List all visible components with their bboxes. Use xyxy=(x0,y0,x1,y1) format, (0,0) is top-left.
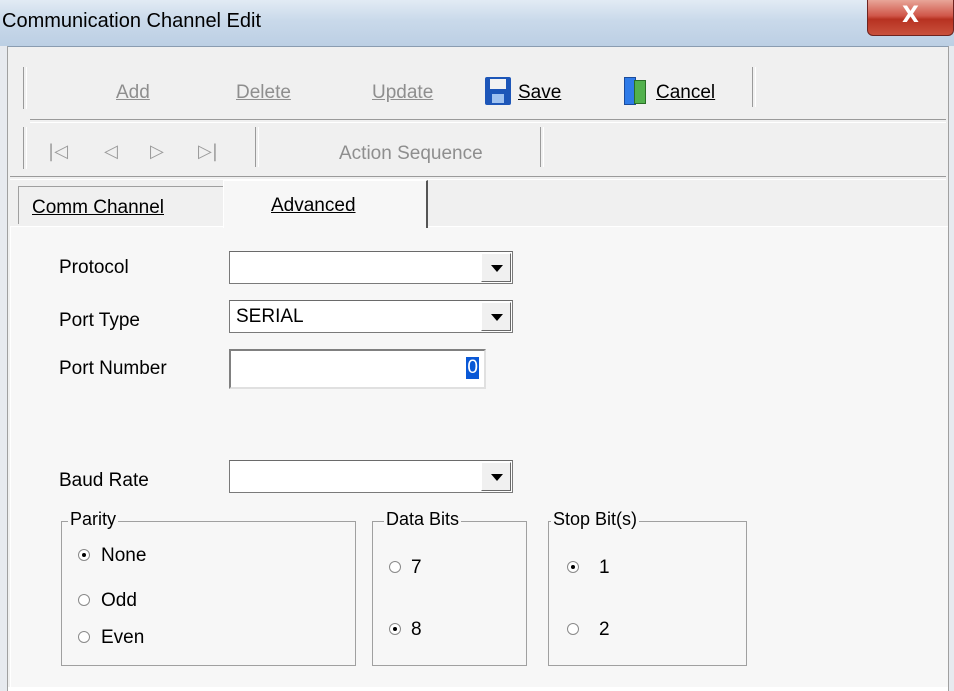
protocol-label: Protocol xyxy=(59,257,129,278)
toolbar-separator xyxy=(255,127,259,167)
toolbar-separator xyxy=(540,127,544,167)
floppy-disk-icon xyxy=(485,77,511,105)
update-label: Update xyxy=(372,82,434,103)
delete-button[interactable]: Delete xyxy=(236,82,291,104)
previous-icon: ◁ xyxy=(104,141,118,162)
next-icon: ▷ xyxy=(150,141,164,162)
parity-none-label: None xyxy=(101,545,147,566)
port-type-label: Port Type xyxy=(59,310,140,331)
baud-rate-select[interactable] xyxy=(229,460,513,493)
window-left-border xyxy=(0,46,8,691)
cancel-label: Cancel xyxy=(656,82,716,103)
tab-advanced-label: Advanced xyxy=(271,195,356,216)
last-record-button[interactable]: ▷| xyxy=(198,141,218,162)
toolbar-grip xyxy=(23,127,27,169)
close-icon: X xyxy=(902,3,919,28)
delete-label: Delete xyxy=(236,82,291,103)
toolbar-separator xyxy=(752,67,756,107)
tab-comm-channel[interactable]: Comm Channel xyxy=(18,186,224,224)
close-button[interactable]: X xyxy=(867,0,954,36)
add-label: Add xyxy=(116,82,150,103)
parity-even-label: Even xyxy=(101,627,145,648)
data-bits-group xyxy=(372,521,527,666)
port-type-select[interactable]: SERIAL xyxy=(229,300,513,333)
data-bits-7-label: 7 xyxy=(411,557,422,578)
next-record-button[interactable]: ▷ xyxy=(150,141,164,162)
previous-record-button[interactable]: ◁ xyxy=(104,141,118,162)
add-button[interactable]: Add xyxy=(116,82,150,104)
radio-icon xyxy=(389,561,401,573)
port-type-value: SERIAL xyxy=(236,306,304,327)
stop-bits-1-label: 1 xyxy=(599,557,610,578)
data-bits-8-label: 8 xyxy=(411,619,422,640)
first-record-button[interactable]: |◁ xyxy=(48,141,68,162)
toolbar-divider xyxy=(30,119,946,123)
last-icon: ▷| xyxy=(198,141,218,162)
first-icon: |◁ xyxy=(48,141,68,162)
stop-bits-group xyxy=(548,521,747,666)
window-right-border xyxy=(948,46,954,691)
stop-bits-2-label: 2 xyxy=(599,619,610,640)
window-title: Communication Channel Edit xyxy=(2,10,262,32)
tab-advanced[interactable]: Advanced xyxy=(223,180,428,228)
chevron-down-icon[interactable] xyxy=(481,302,511,331)
radio-icon xyxy=(567,623,579,635)
chevron-down-icon[interactable] xyxy=(481,462,511,491)
port-number-field[interactable]: 0 xyxy=(229,349,486,389)
stop-bits-legend: Stop Bit(s) xyxy=(551,509,640,530)
radio-selected-icon xyxy=(78,549,90,561)
radio-icon xyxy=(78,631,90,643)
update-button[interactable]: Update xyxy=(372,82,433,104)
data-bits-legend: Data Bits xyxy=(384,509,462,530)
parity-odd-label: Odd xyxy=(101,590,137,611)
port-number-value: 0 xyxy=(466,357,479,379)
action-sequence-button[interactable]: Action Sequence xyxy=(339,143,483,165)
radio-selected-icon xyxy=(567,561,579,573)
parity-legend: Parity xyxy=(68,509,119,530)
exit-door-icon xyxy=(624,77,646,105)
toolbar-bottom-divider xyxy=(10,176,946,180)
protocol-select[interactable] xyxy=(229,251,513,284)
toolbar-grip xyxy=(23,67,27,109)
tab-comm-channel-label: Comm Channel xyxy=(32,197,164,218)
save-label: Save xyxy=(518,82,562,103)
radio-icon xyxy=(78,594,90,606)
port-number-label: Port Number xyxy=(59,358,167,379)
chevron-down-icon[interactable] xyxy=(481,253,511,282)
baud-rate-label: Baud Rate xyxy=(59,470,149,491)
radio-selected-icon xyxy=(389,623,401,635)
